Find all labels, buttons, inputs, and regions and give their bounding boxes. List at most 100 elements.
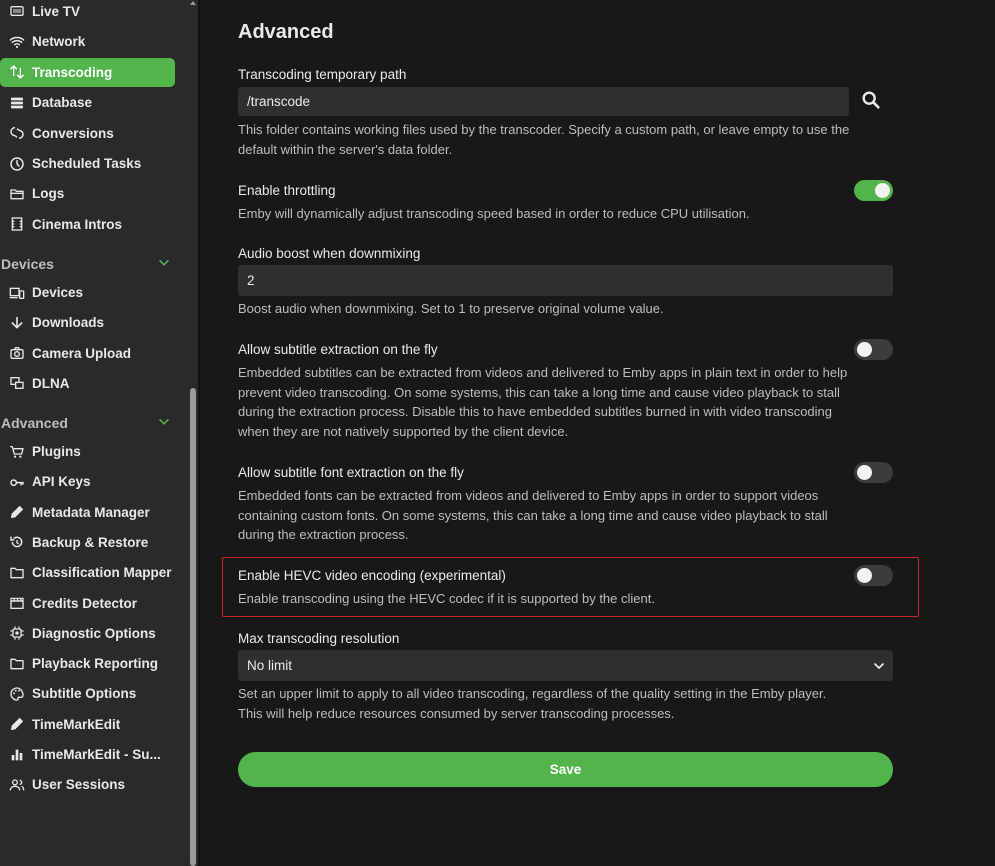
description-line: This folder contains working files used … [238, 122, 850, 137]
sidebar-item-subtitle-options[interactable]: Subtitle Options [0, 679, 175, 708]
toggle-knob [857, 465, 872, 480]
search-icon[interactable] [860, 89, 882, 111]
pencil-icon [8, 715, 26, 733]
font-extraction-toggle[interactable] [854, 462, 893, 483]
sidebar-item-user-sessions[interactable]: User Sessions [0, 770, 175, 799]
sidebar-item-backup-restore[interactable]: Backup & Restore [0, 528, 175, 557]
sidebar-item-label: Subtitle Options [32, 686, 137, 702]
sidebar-item-downloads[interactable]: Downloads [0, 308, 175, 337]
sidebar-item-timemarkedit[interactable]: TimeMarkEdit [0, 710, 175, 739]
sidebar-item-scheduled-tasks[interactable]: Scheduled Tasks [0, 149, 175, 178]
transcode-icon [8, 63, 26, 81]
tv-icon [8, 3, 26, 21]
description-line: during the extraction process. Disable t… [238, 404, 833, 420]
subtitle-extraction-description: Embedded subtitles can be extracted from… [238, 363, 847, 442]
temp-path-input[interactable]: /transcode [238, 87, 849, 116]
section-header-advanced[interactable]: Advanced [0, 412, 175, 434]
sidebar-item-database[interactable]: Database [0, 88, 175, 117]
sidebar-item-label: Conversions [32, 125, 114, 141]
sidebar-item-label: DLNA [32, 375, 70, 391]
subtitle-extraction-label: Allow subtitle extraction on the fly [238, 342, 438, 357]
sidebar-item-label: Plugins [32, 444, 81, 459]
sidebar-item-label: Transcoding [32, 64, 113, 80]
dlna-icon [8, 374, 26, 392]
description-line: during the extraction process. [238, 527, 409, 543]
palette-icon [8, 685, 26, 703]
audio-boost-description: Boost audio when downmixing. Set to 1 to… [238, 301, 664, 316]
max-resolution-value: No limit [247, 658, 293, 673]
save-button[interactable]: Save [238, 752, 893, 787]
folder-icon [8, 564, 26, 582]
sidebar-item-label: Scheduled Tasks [32, 156, 142, 171]
main-content: Advanced Transcoding temporary path /tra… [200, 0, 995, 866]
description-line: This will help reduce resources consumed… [238, 705, 675, 721]
scroll-up-arrow-icon[interactable] [190, 0, 196, 6]
bar-chart-icon [8, 746, 26, 764]
sidebar-item-cinema-intros[interactable]: Cinema Intros [0, 210, 175, 239]
film-icon [8, 215, 26, 233]
sidebar-item-label: User Sessions [32, 777, 126, 793]
pencil-icon [8, 503, 26, 521]
sidebar-item-api-keys[interactable]: API Keys [0, 467, 175, 496]
cart-icon [8, 443, 26, 461]
sidebar-item-label: Classification Mapper [32, 565, 172, 581]
sidebar-item-label: API Keys [32, 474, 91, 490]
throttling-toggle[interactable] [854, 180, 893, 201]
description-line: when they are not natively supported by … [238, 424, 569, 440]
sidebar-item-live-tv[interactable]: Live TV [0, 0, 175, 26]
section-header-devices[interactable]: Devices [0, 253, 175, 275]
font-extraction-label: Allow subtitle font extraction on the fl… [238, 465, 464, 480]
sidebar-item-label: Credits Detector [32, 595, 138, 611]
sidebar-item-label: Diagnostic Options [32, 625, 156, 641]
toggle-knob [857, 568, 872, 583]
font-extraction-description: Embedded fonts can be extracted from vid… [238, 486, 828, 545]
sidebar-item-label: Cinema Intros [32, 216, 123, 232]
wifi-icon [8, 33, 26, 51]
sidebar-item-logs[interactable]: Logs [0, 179, 175, 208]
sidebar-item-plugins[interactable]: Plugins [0, 437, 175, 466]
section-header-label: Devices [1, 256, 54, 272]
hevc-toggle[interactable] [854, 565, 893, 586]
temp-path-description: This folder contains working files used … [238, 120, 849, 159]
throttling-description: Emby will dynamically adjust transcoding… [238, 206, 750, 221]
description-line: prevent video transcoding. On some syste… [238, 384, 840, 400]
chevron-down-icon [871, 658, 887, 674]
sidebar-item-metadata-manager[interactable]: Metadata Manager [0, 498, 175, 527]
sidebar-item-label: Devices [32, 285, 84, 300]
max-resolution-select[interactable]: No limit [238, 650, 893, 681]
sidebar-item-label: Playback Reporting [32, 656, 159, 672]
sidebar-scrollbar-thumb[interactable] [190, 388, 196, 866]
audio-boost-input[interactable]: 2 [238, 265, 893, 296]
sidebar-item-playback-reporting[interactable]: Playback Reporting [0, 649, 175, 678]
chip-icon [8, 624, 26, 642]
sidebar-item-diagnostic-options[interactable]: Diagnostic Options [0, 619, 175, 648]
sidebar-item-label: Metadata Manager [32, 504, 150, 520]
download-arrow-icon [8, 314, 26, 332]
camera-icon [8, 344, 26, 362]
sidebar-item-timemarkedit-su[interactable]: TimeMarkEdit - Su... [0, 740, 175, 769]
sidebar-item-camera-upload[interactable]: Camera Upload [0, 339, 175, 368]
sidebar-item-network[interactable]: Network [0, 27, 175, 56]
sidebar-item-dlna[interactable]: DLNA [0, 369, 175, 398]
database-icon [8, 94, 26, 112]
users-icon [8, 776, 26, 794]
sidebar-item-classification-mapper[interactable]: Classification Mapper [0, 558, 175, 587]
sidebar-item-devices[interactable]: Devices [0, 278, 175, 307]
toggle-knob [857, 342, 872, 357]
folder-open-icon [8, 185, 26, 203]
sidebar-item-label: Camera Upload [32, 345, 132, 361]
sidebar-item-conversions[interactable]: Conversions [0, 119, 175, 148]
clapper-icon [8, 594, 26, 612]
hevc-label: Enable HEVC video encoding (experimental… [238, 568, 506, 583]
chevron-down-icon[interactable] [157, 256, 171, 273]
sidebar-item-transcoding[interactable]: Transcoding [0, 57, 175, 87]
sidebar: Live TV Network Transcoding Database Convers… [0, 0, 198, 866]
subtitle-extraction-toggle[interactable] [854, 339, 893, 360]
key-icon [8, 473, 26, 491]
sidebar-item-label: TimeMarkEdit [32, 716, 121, 732]
sidebar-item-label: Logs [32, 186, 65, 202]
restore-icon [8, 533, 26, 551]
sidebar-item-credits-detector[interactable]: Credits Detector [0, 589, 175, 618]
chevron-down-icon[interactable] [157, 415, 171, 432]
description-line: default within the server's data folder. [238, 141, 453, 157]
